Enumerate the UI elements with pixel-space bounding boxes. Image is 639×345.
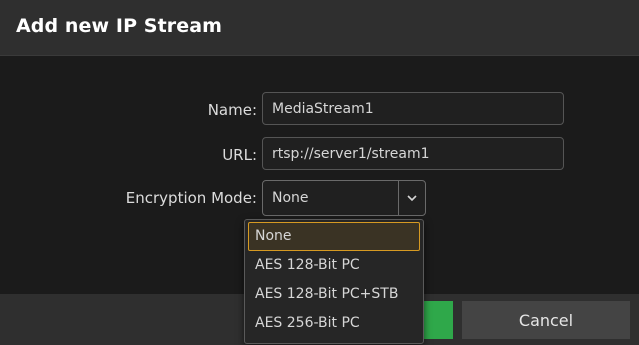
encryption-mode-value: None <box>272 190 309 206</box>
dialog-title-bar: Add new IP Stream <box>0 0 639 56</box>
name-label: Name: <box>207 101 257 119</box>
dropdown-option-none[interactable]: None <box>248 222 420 251</box>
cancel-button[interactable]: Cancel <box>462 301 630 339</box>
add-ip-stream-dialog: Add new IP Stream Name: URL: Encryption … <box>0 0 639 345</box>
dropdown-option-aes-256-pc[interactable]: AES 256-Bit PC <box>248 309 420 338</box>
name-field[interactable] <box>262 92 564 125</box>
encryption-mode-select[interactable]: None <box>262 180 426 216</box>
dropdown-option-aes-128-pc-stb[interactable]: AES 128-Bit PC+STB <box>248 280 420 309</box>
dropdown-option-aes-128-pc[interactable]: AES 128-Bit PC <box>248 251 420 280</box>
encryption-mode-dropdown: None AES 128-Bit PC AES 128-Bit PC+STB A… <box>244 219 424 344</box>
url-label: URL: <box>222 146 257 164</box>
chevron-down-icon[interactable] <box>399 181 425 215</box>
dialog-title: Add new IP Stream <box>16 15 223 37</box>
url-field[interactable] <box>262 137 564 170</box>
encryption-mode-label: Encryption Mode: <box>125 189 257 207</box>
